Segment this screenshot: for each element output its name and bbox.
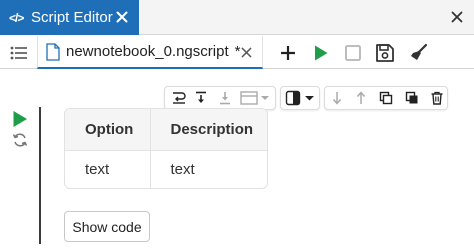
file-tab-newnotebook[interactable]: newnotebook_0.ngscript * (37, 36, 263, 69)
wrap-icon[interactable] (171, 90, 187, 106)
theme-toggle-icon[interactable] (285, 90, 317, 106)
result-table: Option Description text text (64, 108, 268, 189)
table-row: text text (65, 150, 267, 188)
add-icon[interactable] (276, 41, 300, 65)
clear-icon[interactable] (406, 41, 430, 65)
code-icon: </> (9, 10, 24, 25)
file-tab-bar: newnotebook_0.ngscript * (0, 36, 474, 69)
refresh-icon[interactable] (12, 132, 28, 148)
cell-toolbar-theme-group (280, 86, 320, 110)
insert-below-icon[interactable] (193, 90, 209, 106)
show-code-button[interactable]: Show code (64, 211, 150, 242)
cell-toolbar-insert-group (164, 86, 276, 110)
list-icon[interactable] (8, 43, 30, 63)
window-tab-script-editor[interactable]: </> Script Editor (0, 0, 139, 35)
cell-type-icon[interactable] (240, 90, 270, 106)
insert-above-icon[interactable] (217, 90, 233, 106)
run-cell-icon[interactable] (12, 110, 28, 128)
window-close-icon[interactable] (448, 8, 466, 26)
move-up-icon[interactable] (353, 90, 369, 106)
close-icon[interactable] (114, 8, 130, 26)
run-icon[interactable] (309, 41, 333, 65)
duplicate-icon[interactable] (404, 90, 420, 106)
file-tab-name: newnotebook_0.ngscript (66, 43, 229, 60)
save-icon[interactable] (373, 41, 397, 65)
copy-icon[interactable] (378, 90, 394, 106)
delete-icon[interactable] (429, 90, 445, 106)
table-cell: text (170, 161, 195, 179)
column-header: Option (65, 109, 151, 151)
close-icon[interactable] (238, 44, 254, 60)
move-down-icon[interactable] (329, 90, 345, 106)
table-header-row: Option Description (65, 109, 267, 151)
column-header: Description (150, 109, 267, 151)
window-tab-bar: </> Script Editor (0, 0, 474, 35)
cell-toolbar-actions-group (324, 86, 448, 110)
stop-icon[interactable] (341, 41, 365, 65)
window-tab-title: Script Editor (31, 9, 113, 26)
cell-gutter-line (39, 107, 41, 244)
table-cell: text (65, 150, 151, 188)
file-icon (46, 42, 60, 61)
